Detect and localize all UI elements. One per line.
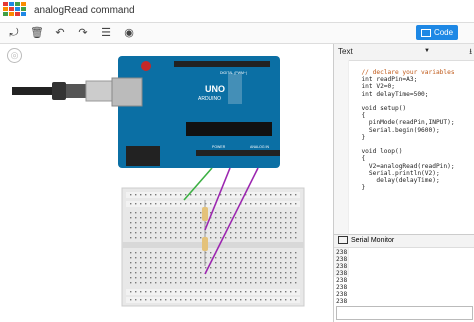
code-button-label: Code [433, 28, 454, 37]
mode-select[interactable]: Text ▼ [338, 46, 430, 57]
code-line: int readPin=A3; [354, 76, 418, 84]
code-line: } [354, 133, 366, 141]
circuit-drawing: ARDUINO UNO DIGITAL (PWM~) POWER ANALOG … [12, 56, 305, 307]
code-line: Serial.println(V2); [354, 169, 440, 177]
mode-select-value: Text [338, 47, 353, 56]
serial-line: 238 [336, 291, 348, 298]
project-title[interactable]: analogRead command [34, 5, 135, 16]
serial-monitor-title: Serial Monitor [351, 237, 395, 244]
serial-line: 238 [336, 277, 348, 284]
board-digital-label: DIGITAL (PWM~) [220, 71, 247, 75]
rotate-icon[interactable]: ⤾ [6, 25, 22, 41]
code-line: V2=analogRead(readPin); [354, 162, 455, 170]
serial-line: 238 [336, 256, 348, 263]
code-line: delay(delayTime); [354, 177, 440, 185]
toolbar: ⤾ 🗑 ↶ ↷ ☰ ◉ Code [0, 23, 474, 44]
serial-input[interactable] [336, 306, 473, 320]
code-panel: Text ▼ ⭳ // declare your variables int r… [333, 44, 474, 322]
code-line: { [354, 112, 366, 120]
serial-line: 238 [336, 249, 348, 256]
chevron-down-icon: ▼ [424, 48, 430, 54]
code-button[interactable]: Code [416, 25, 458, 40]
arduino-board[interactable]: ARDUINO UNO DIGITAL (PWM~) POWER ANALOG … [111, 56, 280, 168]
board-analog-label: ANALOG IN [250, 145, 270, 149]
code-panel-header: Text ▼ ⭳ [334, 44, 474, 61]
code-line: pinMode(readPin,INPUT); [354, 119, 455, 127]
code-line: // declare your variables [354, 69, 455, 76]
code-line: void setup() [354, 105, 407, 113]
serial-line: 238 [336, 270, 348, 277]
breadboard[interactable] [121, 187, 305, 307]
view-icon[interactable]: ◉ [121, 25, 137, 41]
code-line: int delayTime=500; [354, 90, 429, 98]
top-bar: analogRead command [0, 0, 474, 23]
monitor-icon [338, 236, 348, 245]
code-line: void loop() [354, 148, 403, 156]
code-line: { [354, 155, 366, 163]
code-editor[interactable]: // declare your variables int readPin=A3… [354, 69, 455, 192]
serial-line: 238 [336, 284, 348, 291]
board-brand-label: ARDUINO [198, 96, 221, 102]
redo-icon[interactable]: ↷ [75, 25, 91, 41]
serial-line: 238 [336, 298, 348, 305]
delete-icon[interactable]: 🗑 [29, 25, 45, 41]
download-icon[interactable]: ⭳ [469, 46, 472, 60]
undo-icon[interactable]: ↶ [52, 25, 68, 41]
notes-icon[interactable]: ☰ [98, 25, 114, 41]
serial-output: 238 238 238 238 238 238 238 238 [336, 249, 347, 305]
serial-monitor-header[interactable]: Serial Monitor [334, 234, 474, 248]
code-line: Serial.begin(9600); [354, 126, 440, 134]
board-model-label: UNO [205, 84, 225, 94]
code-line: } [354, 184, 366, 192]
code-icon [420, 28, 431, 37]
usb-cable[interactable] [12, 80, 119, 102]
board-power-label: POWER [212, 145, 226, 149]
tinkercad-logo[interactable] [3, 2, 27, 20]
serial-line: 238 [336, 263, 348, 270]
code-line: int V2=0; [354, 83, 395, 91]
